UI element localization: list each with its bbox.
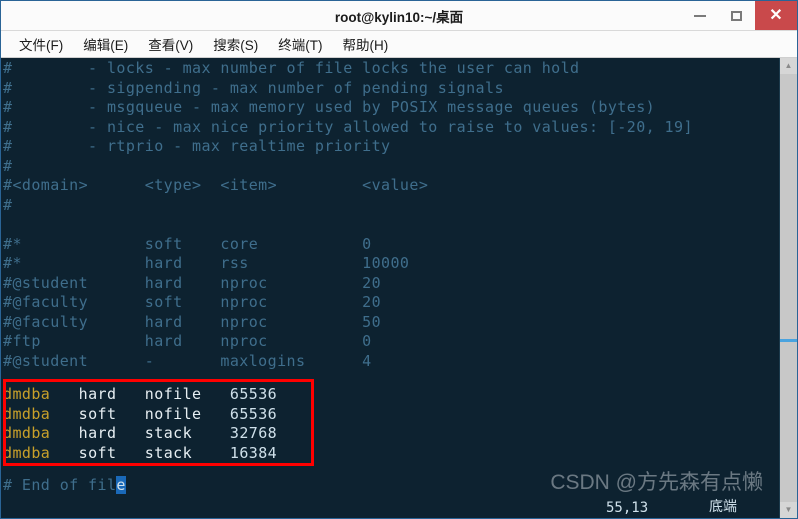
scrollbar-marker xyxy=(780,339,797,343)
minimize-button[interactable] xyxy=(681,1,718,30)
table-row: dmdba hard nofile 65536 xyxy=(3,385,277,405)
table-row: dmdba hard stack 32768 xyxy=(3,424,277,444)
menu-item-terminal[interactable]: 终端(T) xyxy=(268,34,332,54)
terminal-line: # - locks - max number of file locks the… xyxy=(3,59,580,77)
terminal-body: # - locks - max number of file locks the… xyxy=(1,58,797,518)
maximize-icon xyxy=(731,10,742,21)
limit-item: nofile xyxy=(144,385,202,403)
terminal-window: root@kylin10:~/桌面 ✕ 文件(F) 编辑(E) 查看(V) 搜索… xyxy=(0,0,798,519)
scroll-state-indicator: 底端 xyxy=(709,498,737,514)
terminal-line: # - sigpending - max number of pending s… xyxy=(3,78,504,97)
menu-item-edit[interactable]: 编辑(E) xyxy=(73,34,138,54)
limit-value: 32768 xyxy=(229,424,278,442)
table-row: dmdba soft stack 16384 xyxy=(3,444,277,464)
scrollbar-thumb[interactable] xyxy=(780,74,797,502)
limit-type: soft xyxy=(78,404,117,423)
watermark: CSDN @方先森有点懒 xyxy=(550,471,763,494)
end-of-file-line: # End of file xyxy=(3,476,126,496)
menu-item-search[interactable]: 搜索(S) xyxy=(203,34,268,54)
limit-domain: dmdba xyxy=(3,424,51,442)
terminal-line: #@faculty soft nproc 20 xyxy=(3,293,382,311)
terminal-line: # xyxy=(3,156,13,175)
close-button[interactable]: ✕ xyxy=(755,1,797,30)
limit-item: stack xyxy=(144,443,193,462)
terminal-screen[interactable]: # - locks - max number of file locks the… xyxy=(1,58,779,518)
vertical-scrollbar[interactable]: ▲ ▼ xyxy=(779,58,797,518)
maximize-button[interactable] xyxy=(718,1,755,30)
limit-type: hard xyxy=(78,424,117,442)
limit-type: hard xyxy=(78,385,117,403)
limit-item: nofile xyxy=(144,404,202,423)
limit-value: 16384 xyxy=(229,443,278,462)
limit-item: stack xyxy=(144,424,193,442)
terminal-line: #* hard rss 10000 xyxy=(3,254,410,272)
cursor-position-indicator: 55,13 xyxy=(606,500,649,516)
limit-domain: dmdba xyxy=(3,404,51,423)
terminal-line: #* soft core 0 xyxy=(3,234,372,253)
window-title: root@kylin10:~/桌面 xyxy=(334,9,464,25)
minimize-icon xyxy=(693,14,706,17)
table-row: dmdba soft nofile 65536 xyxy=(3,405,277,425)
terminal-line: # - rtprio - max realtime priority xyxy=(3,137,391,155)
titlebar: root@kylin10:~/桌面 ✕ xyxy=(1,1,797,31)
close-icon: ✕ xyxy=(769,6,783,24)
text-cursor: e xyxy=(116,476,126,494)
window-controls: ✕ xyxy=(681,1,797,30)
menubar: 文件(F) 编辑(E) 查看(V) 搜索(S) 终端(T) 帮助(H) xyxy=(1,31,797,58)
scroll-down-button[interactable]: ▼ xyxy=(780,502,797,518)
end-of-file-text: # End of fil xyxy=(3,476,117,494)
terminal-line: #@student - maxlogins 4 xyxy=(3,351,372,370)
menu-item-help[interactable]: 帮助(H) xyxy=(333,34,399,54)
scrollbar-track[interactable] xyxy=(780,74,797,502)
limit-value: 65536 xyxy=(229,385,278,403)
terminal-line: # - msgqueue - max memory used by POSIX … xyxy=(3,98,656,116)
limit-value: 65536 xyxy=(229,404,278,423)
terminal-line: #<domain> <type> <item> <value> xyxy=(3,176,429,194)
menu-item-file[interactable]: 文件(F) xyxy=(9,34,73,54)
menu-item-view[interactable]: 查看(V) xyxy=(138,34,203,54)
terminal-line: # xyxy=(3,195,13,214)
terminal-line: #ftp hard nproc 0 xyxy=(3,332,372,350)
limit-domain: dmdba xyxy=(3,443,51,462)
scroll-up-button[interactable]: ▲ xyxy=(780,58,797,74)
terminal-line: #@student hard nproc 20 xyxy=(3,273,382,292)
limit-domain: dmdba xyxy=(3,385,51,403)
limit-type: soft xyxy=(78,443,117,462)
terminal-line: #@faculty hard nproc 50 xyxy=(3,312,382,331)
terminal-line: # - nice - max nice priority allowed to … xyxy=(3,117,693,136)
